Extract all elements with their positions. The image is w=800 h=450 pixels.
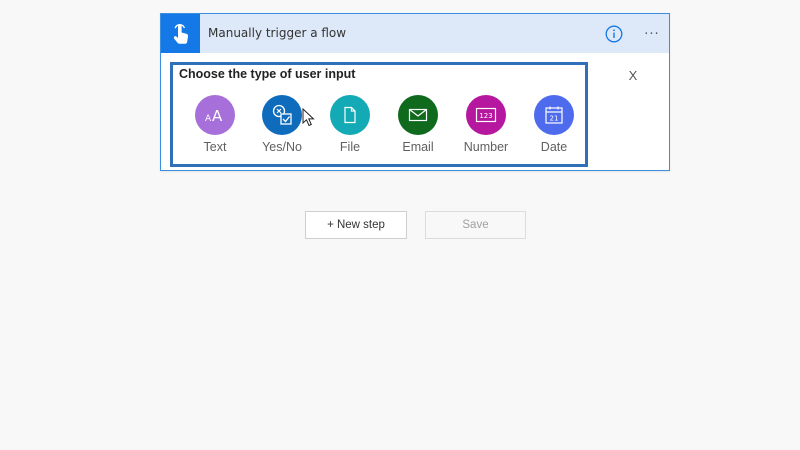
flow-designer-canvas: Manually trigger a flow ··· Choose the t…: [0, 0, 800, 450]
option-circle: [262, 95, 302, 135]
input-option-date[interactable]: 21 Date: [519, 95, 589, 159]
input-type-selector: Choose the type of user input A A Text Y…: [170, 62, 588, 167]
calendar-icon: 21: [545, 106, 563, 124]
info-icon: [605, 25, 623, 43]
new-step-button[interactable]: + New step: [305, 211, 407, 239]
input-option-email[interactable]: Email: [383, 95, 453, 159]
info-button[interactable]: [604, 24, 624, 44]
yes-no-icon: [272, 104, 292, 125]
text-icon: A A: [205, 107, 223, 123]
trigger-title: Manually trigger a flow: [208, 26, 347, 40]
number-icon: 123: [475, 107, 497, 123]
svg-text:A: A: [212, 107, 223, 123]
option-circle: 21: [534, 95, 574, 135]
selector-title: Choose the type of user input: [179, 67, 356, 81]
svg-text:21: 21: [550, 115, 559, 123]
svg-text:123: 123: [479, 112, 492, 120]
touch-hand-icon: [173, 23, 188, 44]
save-button[interactable]: Save: [425, 211, 526, 239]
input-option-text[interactable]: A A Text: [180, 95, 250, 159]
option-label-file: File: [339, 140, 361, 154]
option-circle: [330, 95, 370, 135]
option-label-number: Number: [463, 140, 509, 154]
manual-trigger-tile: [161, 14, 200, 53]
option-circle: 123: [466, 95, 506, 135]
option-label-yes-no: Yes/No: [262, 140, 302, 154]
option-label-email: Email: [402, 140, 434, 154]
close-selector-button[interactable]: X: [626, 68, 640, 84]
input-option-file[interactable]: File: [315, 95, 385, 159]
email-icon: [408, 108, 428, 122]
option-label-text: Text: [203, 140, 227, 154]
trigger-card-header[interactable]: Manually trigger a flow ···: [161, 14, 669, 53]
input-option-number[interactable]: 123 Number: [451, 95, 521, 159]
option-label-date: Date: [540, 140, 568, 154]
option-circle: A A: [195, 95, 235, 135]
mouse-cursor-icon: [302, 108, 315, 127]
trigger-card: Manually trigger a flow ··· Choose the t…: [160, 13, 670, 171]
more-options-button[interactable]: ···: [639, 24, 665, 44]
file-icon: [344, 106, 356, 124]
option-circle: [398, 95, 438, 135]
svg-text:A: A: [205, 114, 212, 123]
